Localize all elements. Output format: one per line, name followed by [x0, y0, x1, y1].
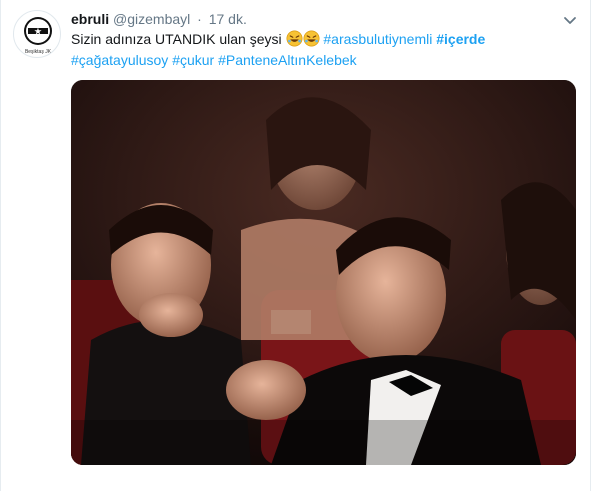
tweet-text: Sizin adınıza UTANDIK ulan şeysi #arasbu…	[71, 29, 576, 71]
hashtag-link[interactable]: #çağatayulusoy	[71, 52, 168, 68]
chevron-down-icon[interactable]	[562, 12, 578, 28]
tweet-timestamp[interactable]: 17 dk.	[209, 11, 247, 27]
media-photo[interactable]	[71, 80, 576, 465]
hashtag-link[interactable]: #arasbulutiynemli	[323, 31, 432, 47]
tweet-text-body: Sizin adınıza UTANDIK ulan şeysi	[71, 31, 282, 47]
svg-text:★: ★	[34, 27, 42, 36]
author-name[interactable]: ebruli	[71, 11, 109, 27]
photo-image	[71, 80, 576, 465]
hashtag-link[interactable]: #çukur	[172, 52, 214, 68]
hashtag-link[interactable]: #içerde	[436, 31, 485, 47]
tweet[interactable]: ★ Beşiktaş JK ebruli @gizembayl · 17 dk.…	[0, 0, 591, 491]
besiktas-logo-icon: ★ Beşiktaş JK	[24, 17, 52, 55]
hashtag-link[interactable]: #PanteneAltınKelebek	[218, 52, 357, 68]
tweet-header: ebruli @gizembayl · 17 dk.	[71, 10, 247, 28]
rofl-emoji-icon	[303, 30, 319, 47]
separator-dot: ·	[197, 11, 202, 27]
author-handle[interactable]: @gizembayl	[113, 11, 190, 27]
avatar-caption: Beşiktaş JK	[25, 49, 52, 55]
avatar[interactable]: ★ Beşiktaş JK	[13, 10, 61, 58]
rofl-emoji-icon	[286, 30, 302, 47]
